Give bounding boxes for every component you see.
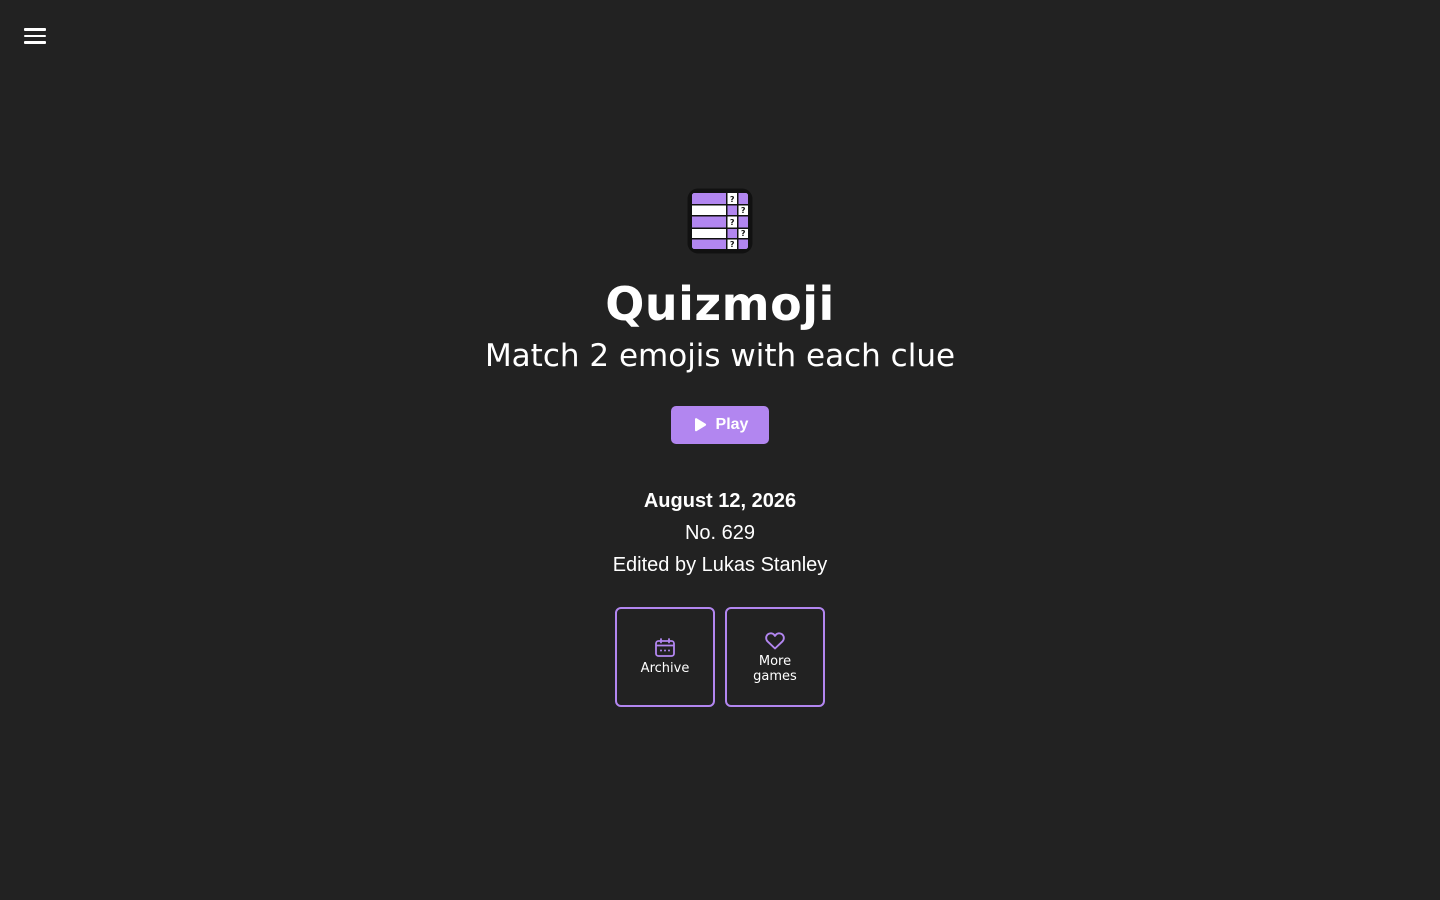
puzzle-number: No. 629 xyxy=(684,522,756,544)
play-button[interactable]: Play xyxy=(671,406,769,444)
svg-text:?: ? xyxy=(730,218,735,227)
quizmoji-logo-icon: ? ? ? ? ? xyxy=(687,188,753,254)
heart-icon xyxy=(764,631,786,651)
svg-text:?: ? xyxy=(730,195,735,204)
svg-text:?: ? xyxy=(730,240,735,249)
archive-button[interactable]: Archive xyxy=(615,607,715,707)
more-games-button[interactable]: More games xyxy=(725,607,825,707)
page-subtitle: Match 2 emojis with each clue xyxy=(484,338,956,374)
play-icon xyxy=(692,417,708,433)
puzzle-date: August 12, 2026 xyxy=(643,490,797,512)
main-content: ? ? ? ? ? Quizmoji Match 2 emojis with e… xyxy=(0,0,1440,707)
archive-label: Archive xyxy=(640,661,690,676)
svg-text:?: ? xyxy=(741,206,746,215)
secondary-actions: Archive More games xyxy=(615,607,825,707)
play-button-label: Play xyxy=(715,416,749,433)
puzzle-editor: Edited by Lukas Stanley xyxy=(612,554,828,576)
calendar-icon xyxy=(654,638,676,658)
page-title: Quizmoji xyxy=(605,277,835,331)
more-games-label: More games xyxy=(753,653,797,684)
svg-text:?: ? xyxy=(741,229,746,238)
